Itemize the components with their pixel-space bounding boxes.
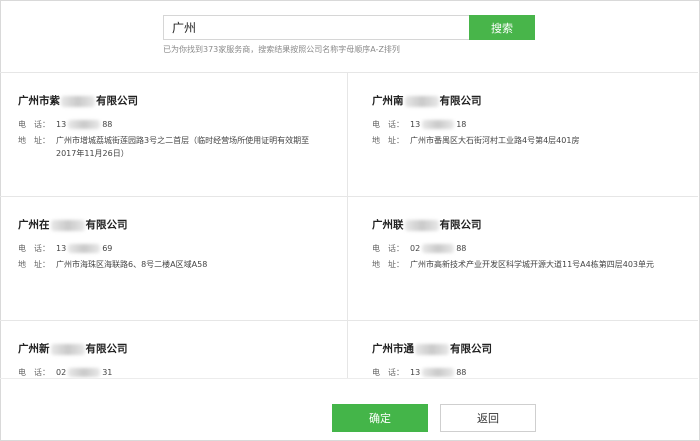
provider-address-row: 地 址： 广州市高新技术产业开发区科学城开源大道11号A4栋第四层403单元	[372, 258, 680, 271]
provider-address-row: 地 址： 广州市海珠区海联路6、8号二楼A区域A58	[18, 258, 329, 271]
redacted-mask	[50, 343, 85, 355]
redacted-mask	[61, 95, 95, 107]
provider-name-suffix: 有限公司	[439, 219, 482, 231]
provider-card[interactable]: 广州联 有限公司电 话： 02 88 地 址： 广州市高新技术产业开发区科学城开源大道11…	[348, 197, 698, 321]
provider-name-suffix: 有限公司	[96, 95, 138, 107]
phone-prefix: 02	[56, 368, 67, 377]
provider-name-prefix: 广州在	[18, 219, 50, 231]
address-label: 地 址：	[18, 260, 50, 269]
phone-prefix: 13	[56, 120, 67, 129]
provider-phone-row: 电 话： 13 18	[372, 118, 680, 131]
phone-label: 电 话：	[372, 244, 404, 253]
provider-name: 广州市紫 有限公司	[18, 93, 329, 108]
phone-suffix: 88	[456, 244, 467, 253]
provider-name-prefix: 广州南	[372, 95, 404, 107]
provider-name: 广州在 有限公司	[18, 217, 329, 232]
provider-name-suffix: 有限公司	[439, 95, 482, 107]
phone-suffix: 18	[456, 120, 467, 129]
phone-suffix: 88	[102, 120, 113, 129]
phone-suffix: 31	[102, 368, 113, 377]
provider-address: 广州市高新技术产业开发区科学城开源大道11号A4栋第四层403单元	[410, 260, 655, 269]
search-input[interactable]	[163, 15, 469, 40]
provider-name-suffix: 有限公司	[450, 343, 492, 355]
provider-name-prefix: 广州联	[372, 219, 404, 231]
provider-name: 广州南 有限公司	[372, 93, 680, 108]
provider-card[interactable]: 广州在 有限公司电 话： 13 69 地 址： 广州市海珠区海联路6、8号二楼A区域A58	[0, 197, 348, 321]
results-list[interactable]: 广州市紫 有限公司电 话： 13 88 地 址： 广州市增城荔城街莲园路3号之二首层（临时…	[0, 72, 698, 379]
provider-card[interactable]: 广州市紫 有限公司电 话： 13 88 地 址： 广州市增城荔城街莲园路3号之二首层（临时…	[0, 73, 348, 197]
redacted-mask	[422, 120, 455, 129]
provider-phone-row: 电 话： 13 69	[18, 242, 329, 255]
provider-phone-row: 电 话： 02 88	[372, 242, 680, 255]
provider-phone: 13 88	[56, 118, 329, 131]
redacted-mask	[68, 120, 101, 129]
phone-label: 电 话：	[18, 244, 50, 253]
phone-label: 电 话：	[18, 120, 50, 129]
phone-label: 电 话：	[372, 120, 404, 129]
phone-prefix: 13	[410, 368, 421, 377]
redacted-mask	[50, 219, 85, 231]
footer-divider	[0, 378, 698, 379]
address-label: 地 址：	[372, 136, 404, 145]
provider-name-suffix: 有限公司	[85, 343, 128, 355]
provider-phone: 02 88	[410, 242, 680, 255]
provider-name: 广州新 有限公司	[18, 341, 329, 356]
provider-address: 广州市增城荔城街莲园路3号之二首层（临时经营场所使用证明有效期至2017年11月…	[56, 136, 310, 158]
redacted-mask	[68, 368, 101, 377]
search-result-hint: 已为你找到373家服务商，搜索结果按照公司名称字母顺序A-Z排列	[163, 45, 400, 54]
provider-card[interactable]: 广州新有限公司电 话：0231地 址：广州市天河区车晖一横路96号123房	[0, 321, 348, 379]
search-bar: 搜索	[163, 15, 535, 40]
provider-address: 广州市番禺区大石街河村工业路4号第4层401房	[410, 136, 580, 145]
redacted-mask	[404, 219, 439, 231]
provider-phone: 13 18	[410, 118, 680, 131]
provider-name: 广州联 有限公司	[372, 217, 680, 232]
phone-suffix: 88	[456, 368, 467, 377]
address-label: 地 址：	[372, 260, 404, 269]
provider-name: 广州市通 有限公司	[372, 341, 680, 356]
redacted-mask	[404, 95, 439, 107]
provider-phone: 13 69	[56, 242, 329, 255]
phone-prefix: 13	[410, 120, 421, 129]
provider-card[interactable]: 广州南 有限公司电 话： 13 18 地 址： 广州市番禺区大石街河村工业路4号第4层40…	[348, 73, 698, 197]
confirm-button[interactable]: 确定	[332, 404, 428, 432]
redacted-mask	[422, 368, 455, 377]
search-button[interactable]: 搜索	[469, 15, 535, 40]
provider-address-row: 地 址： 广州市番禺区大石街河村工业路4号第4层401房	[372, 134, 680, 147]
address-label: 地 址：	[18, 136, 50, 145]
provider-address-row: 地 址： 广州市增城荔城街莲园路3号之二首层（临时经营场所使用证明有效期至2017…	[18, 134, 329, 160]
redacted-mask	[422, 244, 455, 253]
phone-prefix: 13	[56, 244, 67, 253]
redacted-mask	[415, 343, 449, 355]
provider-name-suffix: 有限公司	[85, 219, 128, 231]
provider-name-prefix: 广州市通	[372, 343, 414, 355]
phone-prefix: 02	[410, 244, 421, 253]
redacted-mask	[68, 244, 101, 253]
provider-address: 广州市海珠区海联路6、8号二楼A区域A58	[56, 260, 208, 269]
phone-suffix: 69	[102, 244, 113, 253]
provider-name-prefix: 广州新	[18, 343, 50, 355]
back-button[interactable]: 返回	[440, 404, 536, 432]
provider-name-prefix: 广州市紫	[18, 95, 60, 107]
provider-card[interactable]: 广州市通有限公司电 话：1388地 址：广州市天河区岑村圣堂大街工业区3号B栋之…	[348, 321, 698, 379]
provider-phone-row: 电 话： 13 88	[18, 118, 329, 131]
